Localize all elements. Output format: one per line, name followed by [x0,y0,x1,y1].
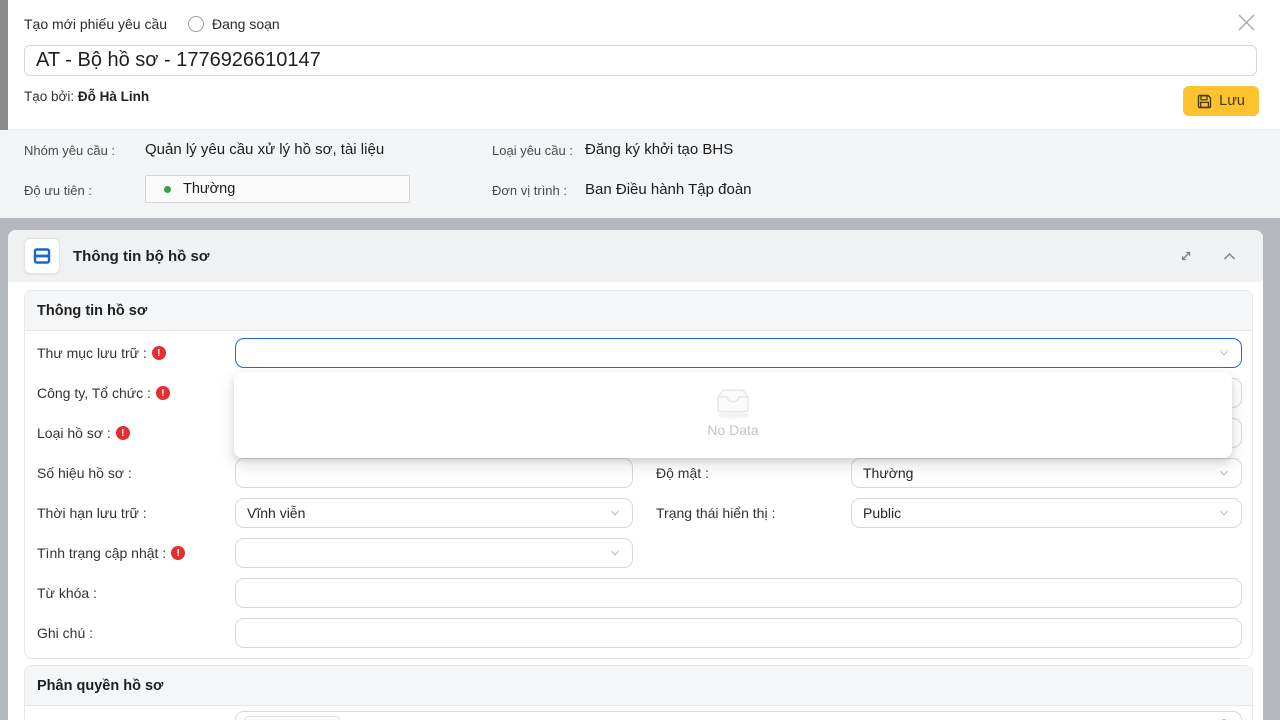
retention-value: Vĩnh viễn [247,505,305,521]
panel-header: Thông tin bộ hồ sơ [8,230,1263,282]
display-status-select[interactable]: Public [851,498,1242,528]
chevron-up-icon [1223,252,1236,261]
display-status-value: Public [863,505,901,521]
background-edge-strip [0,0,8,130]
priority-label: Độ ưu tiên : [24,183,92,198]
chevron-down-icon [1218,507,1230,519]
panel-title: Thông tin bộ hồ sơ [73,248,209,265]
company-label-text: Công ty, Tổ chức : [37,385,151,401]
chevron-down-icon [1218,347,1230,359]
close-icon [1238,14,1255,31]
permission-card: Phân quyền hồ sơ Quyền owner : Đỗ Hà Lin… [24,665,1253,720]
folder-select-dropdown[interactable]: No Data [234,372,1232,458]
save-button-label: Lưu [1219,93,1245,109]
created-by-name: Đỗ Hà Linh [78,89,149,104]
owner-tag: Đỗ Hà Linh × [244,716,340,720]
priority-value: Thường [183,181,235,197]
required-icon [116,426,130,440]
chevron-down-icon [609,507,621,519]
chevron-down-icon [1218,467,1230,479]
note-label: Ghi chú : [37,625,235,641]
folder-label: Thư mục lưu trữ : [37,345,235,361]
submit-unit-label: Đơn vị trình : [492,183,567,198]
company-label: Công ty, Tổ chức : [37,385,235,401]
request-group-label: Nhóm yêu cầu : [24,143,115,158]
retention-label-text: Thời hạn lưu trữ : [37,505,147,521]
keyword-input[interactable] [247,579,1230,607]
retention-label: Thời hạn lưu trữ : [37,505,235,521]
doc-type-label-text: Loại hồ sơ : [37,425,111,441]
update-status-select[interactable] [235,538,633,568]
status-radio-label: Đang soạn [212,16,280,32]
request-title-input[interactable] [24,45,1257,76]
save-button[interactable]: Lưu [1183,86,1259,116]
retention-select[interactable]: Vĩnh viễn [235,498,633,528]
form-section-icon [32,246,52,266]
panel-icon-button[interactable] [24,238,60,274]
dossier-detail-card: Thông tin hồ sơ Thư mục lưu trữ : Công t… [24,290,1253,659]
note-input[interactable] [247,619,1230,647]
doc-number-label: Số hiệu hồ sơ : [37,465,235,481]
no-data-text: No Data [707,422,758,438]
permission-card-header: Phân quyền hồ sơ [25,666,1252,706]
empty-box-icon [708,385,758,419]
keyword-label: Từ khóa : [37,585,235,601]
required-icon [171,546,185,560]
save-icon [1197,94,1212,109]
note-label-text: Ghi chú : [37,625,93,641]
doc-number-label-text: Số hiệu hồ sơ : [37,465,132,481]
request-type-label: Loại yêu cầu : [492,143,573,158]
doc-number-input[interactable] [247,459,621,487]
folder-label-text: Thư mục lưu trữ : [37,345,147,361]
window-title: Tạo mới phiếu yêu cầu [24,16,167,32]
owner-multiselect[interactable]: Đỗ Hà Linh × [235,711,1242,720]
collapse-button[interactable] [1221,248,1237,264]
status-radio-group[interactable]: Đang soạn [188,14,280,34]
permission-card-title: Phân quyền hồ sơ [37,678,163,694]
modal-body: Thông tin bộ hồ sơ Thông tin hồ sơ [0,218,1280,720]
create-request-modal: Tạo mới phiếu yêu cầu Đang soạn Tạo bởi:… [0,0,1280,720]
priority-select[interactable]: Thường [145,175,410,203]
request-group-value: Quản lý yêu cầu xử lý hồ sơ, tài liệu [145,141,384,158]
owner-permission-row: Quyền owner : Đỗ Hà Linh × [25,706,1252,720]
created-by-label: Tạo bởi: [24,89,74,104]
submit-unit-value: Ban Điều hành Tập đoàn [585,181,752,198]
close-button[interactable] [1236,12,1256,32]
folder-select[interactable] [235,338,1242,368]
status-radio[interactable] [188,16,204,32]
expand-icon [1179,249,1193,263]
display-status-label-text: Trạng thái hiển thị : [656,505,775,521]
secrecy-label-text: Độ mật : [656,465,709,481]
dossier-detail-card-header: Thông tin hồ sơ [25,291,1252,331]
dossier-detail-card-title: Thông tin hồ sơ [37,303,147,319]
secrecy-select[interactable]: Thường [851,458,1242,488]
update-status-label-text: Tình trạng cập nhật : [37,545,166,561]
secrecy-label: Độ mật : [633,465,851,481]
required-icon [152,346,166,360]
note-input-box[interactable] [235,618,1242,648]
update-status-label: Tình trạng cập nhật : [37,545,235,561]
request-summary-section: Nhóm yêu cầu : Quản lý yêu cầu xử lý hồ … [0,130,1280,218]
modal-header: Tạo mới phiếu yêu cầu Đang soạn Tạo bởi:… [0,0,1280,130]
doc-type-label: Loại hồ sơ : [37,425,235,441]
priority-dot-icon [164,186,171,193]
secrecy-value: Thường [863,465,913,481]
doc-number-input-box[interactable] [235,458,633,488]
required-icon [156,386,170,400]
keyword-label-text: Từ khóa : [37,585,97,601]
keyword-input-box[interactable] [235,578,1242,608]
owner-label: Quyền owner : [37,711,235,720]
chevron-down-icon [609,547,621,559]
created-by: Tạo bởi: Đỗ Hà Linh [24,89,149,104]
display-status-label: Trạng thái hiển thị : [633,505,851,521]
expand-button[interactable] [1178,248,1194,264]
request-type-value: Đăng ký khởi tạo BHS [585,141,733,158]
dossier-info-panel: Thông tin bộ hồ sơ Thông tin hồ sơ [8,230,1263,720]
